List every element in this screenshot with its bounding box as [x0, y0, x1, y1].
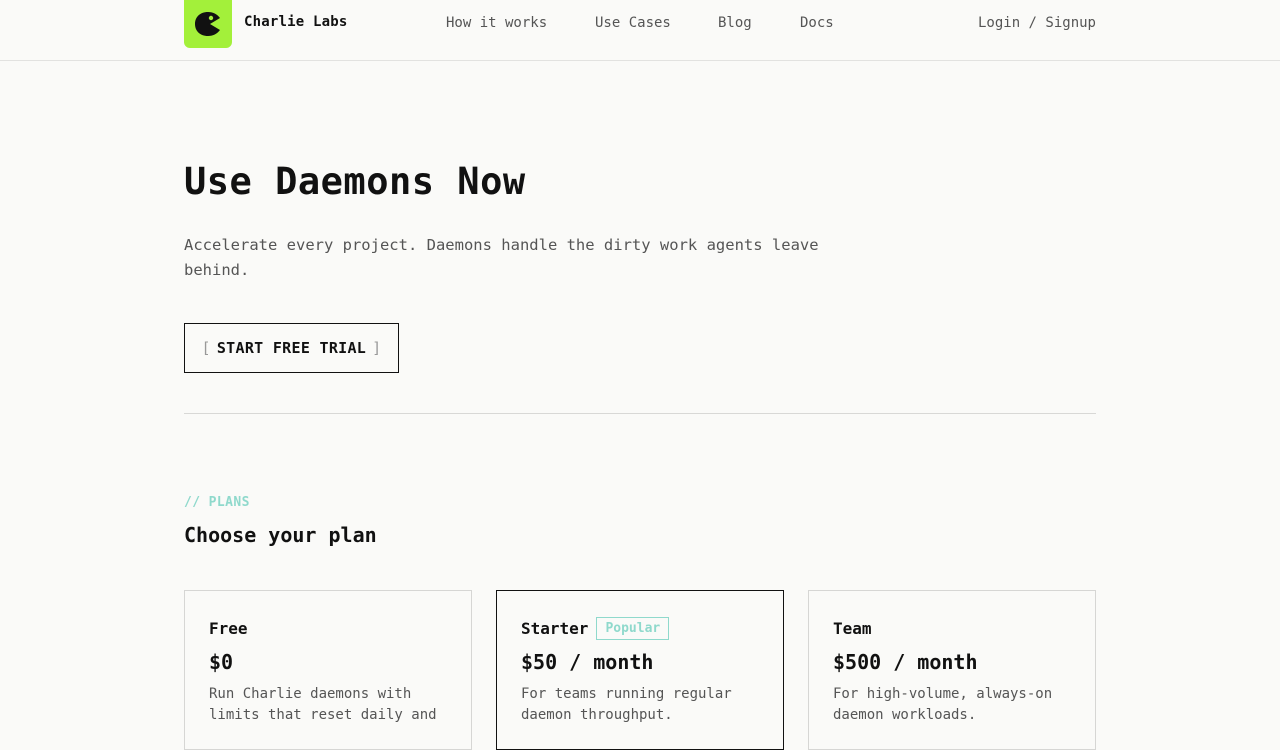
- start-free-trial-button[interactable]: [ START FREE TRIAL ]: [184, 323, 399, 373]
- plans-title: Choose your plan: [184, 523, 377, 547]
- logo-glyph-icon: [195, 12, 220, 36]
- nav-link-use-cases[interactable]: Use Cases: [595, 15, 671, 31]
- plan-name-row: Starter Popular: [521, 616, 759, 640]
- section-divider: [184, 413, 1096, 414]
- plan-card-free[interactable]: Free $0 Run Charlie daemons with limits …: [184, 590, 472, 750]
- bracket-open: [: [201, 339, 211, 357]
- brand-name[interactable]: Charlie Labs: [244, 14, 348, 30]
- nav-link-how-it-works[interactable]: How it works: [446, 15, 547, 31]
- plan-card-team[interactable]: Team $500 / month For high-volume, alway…: [808, 590, 1096, 750]
- hero-title: Use Daemons Now: [184, 160, 526, 203]
- plans-eyebrow: // PLANS: [184, 495, 250, 510]
- nav-link-blog[interactable]: Blog: [718, 15, 752, 31]
- bracket-close: ]: [372, 339, 382, 357]
- nav-link-docs[interactable]: Docs: [800, 15, 834, 31]
- hero-subtitle: Accelerate every project. Daemons handle…: [184, 236, 819, 279]
- plan-name: Free: [209, 618, 248, 638]
- plan-price: $500 / month: [833, 650, 978, 674]
- plan-name: Team: [833, 618, 872, 638]
- login-signup-link[interactable]: Login / Signup: [978, 15, 1096, 31]
- plan-price: $50 / month: [521, 650, 654, 674]
- top-nav: Charlie Labs How it works Use Cases Blog…: [0, 0, 1280, 61]
- plan-card-starter[interactable]: Starter Popular $50 / month For teams ru…: [496, 590, 784, 750]
- popular-badge: Popular: [596, 616, 670, 640]
- plan-name: Starter: [521, 618, 589, 638]
- charlie-logo-icon[interactable]: [184, 0, 232, 48]
- cta-label: START FREE TRIAL: [216, 339, 367, 357]
- plan-price: $0: [209, 650, 234, 674]
